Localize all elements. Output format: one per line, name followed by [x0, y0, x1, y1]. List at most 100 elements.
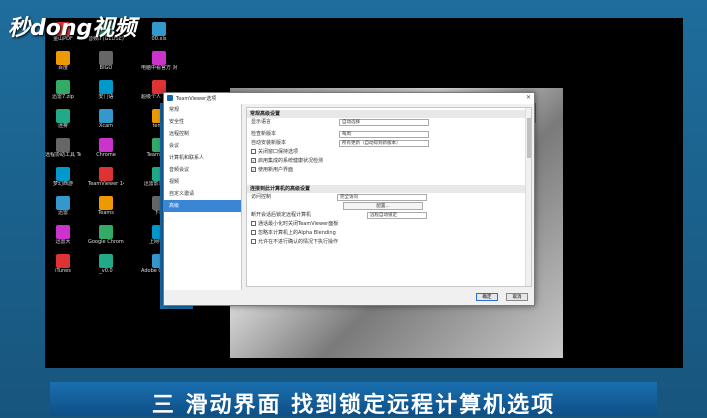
desktop-icon[interactable]: Chrome	[88, 138, 124, 158]
checkbox-alpha-label: 忽略本计算机上的Alpha Blending	[258, 230, 336, 236]
desktop-icon-label: 迅雷大	[55, 239, 71, 245]
desktop-icon[interactable]: 百度	[45, 51, 81, 71]
checkbox-minimize[interactable]	[251, 221, 256, 226]
checkbox-minimize-label: 通话最小化时关闭TeamViewer面板	[258, 221, 339, 227]
nav-item[interactable]: 常规	[164, 104, 241, 116]
content-scrollbar[interactable]	[525, 108, 531, 286]
display-lang-select[interactable]: 自动选择	[339, 119, 429, 126]
nav-item[interactable]: 安全性	[164, 116, 241, 128]
app-icon	[56, 51, 70, 65]
app-icon	[56, 109, 70, 123]
desktop-icon-label: 电脑中看官方 对话不足	[141, 65, 177, 71]
app-icon	[152, 22, 166, 36]
ok-button[interactable]: 确定	[475, 293, 498, 301]
install-update-label: 自动安装新版本	[251, 140, 287, 146]
scrollbar-thumb[interactable]	[527, 118, 531, 158]
desktop-icon[interactable]: 远程协助工具 TeamViewer	[45, 138, 81, 158]
section-connection: 连接到此计算机的高级设置	[247, 185, 531, 193]
app-icon	[99, 196, 113, 210]
checkbox-close[interactable]	[251, 149, 256, 154]
lock-select[interactable]: 远程自动锁定	[367, 212, 427, 219]
desktop-icon-label: BIGO	[99, 65, 113, 71]
app-icon	[56, 254, 70, 268]
nav-item[interactable]: 视频	[164, 176, 241, 188]
checkbox-close-label: 关闭窗口保持选项	[258, 149, 299, 155]
cancel-button[interactable]: 取消	[506, 293, 528, 301]
checkbox-health[interactable]: ✓	[251, 158, 256, 163]
install-update-select[interactable]: 所有更新（自动得到新版本）	[339, 140, 429, 147]
configure-button[interactable]: 配置...	[343, 202, 423, 210]
desktop-icon[interactable]: BIGO	[88, 51, 124, 71]
desktop-icon[interactable]: 迷雾	[45, 109, 81, 129]
checkbox-health-label: 启用集成的系统健康状况检测	[258, 158, 324, 164]
options-content: 常规高级设置 显示语言 自动选择 检查新版本 每周 自动安装新版本 所有更新（自动得到…	[246, 107, 532, 287]
desktop-icon-label: _v0.0	[99, 268, 113, 274]
desktop-icon-label: 迅雷7.zip	[52, 94, 74, 100]
desktop-icon[interactable]: 梦幻西游	[45, 167, 81, 187]
checkbox-noconfirm[interactable]	[251, 239, 256, 244]
desktop-icon[interactable]: iTunes	[45, 254, 81, 274]
check-update-select[interactable]: 每周	[339, 131, 429, 138]
desktop-icon-label: Teams	[98, 210, 114, 216]
desktop-icon[interactable]: TeamViewer 14	[88, 167, 124, 187]
desktop-icon[interactable]: 00.xls	[141, 22, 177, 42]
desktop-icon[interactable]: _v0.0	[88, 254, 124, 274]
desktop-icon[interactable]: Teams	[88, 196, 124, 216]
close-icon[interactable]: ✕	[526, 94, 531, 101]
options-nav: 常规 安全性 远程控制 会议 计算机和联系人 音频会议 视频 自定义邀请 高级	[164, 104, 242, 290]
app-icon	[152, 51, 166, 65]
dialog-footer: 确定 取消	[473, 283, 528, 302]
desktop-icon-label: 梦幻西游	[52, 181, 73, 187]
dialog-title: TeamViewer选项	[176, 96, 217, 102]
desktop-icon[interactable]: 迅雷	[45, 196, 81, 216]
desktop-icon-label: 百度	[57, 65, 68, 71]
app-icon	[99, 167, 113, 181]
app-icon	[56, 196, 70, 210]
nav-item[interactable]: 自定义邀请	[164, 188, 241, 200]
app-icon	[99, 225, 113, 239]
desktop-icon[interactable]: 迅雷7.zip	[45, 80, 81, 100]
caption-bar: 三 滑动界面 找到锁定远程计算机选项	[50, 382, 657, 418]
app-icon	[99, 138, 113, 152]
teamviewer-icon	[167, 95, 173, 101]
access-select[interactable]: 完全访问	[337, 194, 427, 201]
app-icon	[99, 51, 113, 65]
app-icon	[56, 80, 70, 94]
desktop-icon[interactable]: 电脑中看官方 对话不足	[141, 51, 177, 71]
desktop-icon-label: 安门语	[98, 94, 114, 100]
desktop-icon-label: Xcam	[98, 123, 114, 129]
app-icon	[99, 254, 113, 268]
app-icon	[99, 80, 113, 94]
access-label: 访问控制	[251, 194, 272, 200]
app-icon	[56, 225, 70, 239]
desktop-icon-label: 迅雷	[57, 210, 68, 216]
nav-item[interactable]: 计算机和联系人	[164, 152, 241, 164]
options-dialog: TeamViewer选项 ✕ 常规 安全性 远程控制 会议 计算机和联系人 音频会议 视频自…	[163, 92, 535, 306]
checkbox-noconfirm-label: 允许在不进行确认的情况下执行操作	[258, 239, 339, 245]
desktop-icon-label: 00.xls	[151, 36, 167, 42]
checkbox-newui[interactable]: ✓	[251, 167, 256, 172]
nav-item[interactable]: 音频会议	[164, 164, 241, 176]
desktop-icon-label: 远程协助工具 TeamViewer	[45, 152, 81, 158]
caption-text: 三 滑动界面 找到锁定远程计算机选项	[151, 393, 556, 418]
app-icon	[56, 138, 70, 152]
section-general: 常规高级设置	[247, 110, 531, 118]
nav-item[interactable]: 远程控制	[164, 128, 241, 140]
app-icon	[99, 109, 113, 123]
nav-item[interactable]: 会议	[164, 140, 241, 152]
checkbox-alpha[interactable]	[251, 230, 256, 235]
desktop-icon-label: Chrome	[96, 152, 116, 158]
nav-item[interactable]: 高级	[164, 200, 241, 212]
checkbox-newui-label: 使用新用户界面	[258, 167, 294, 173]
desktop-icon-label: Google Chrome	[88, 239, 124, 245]
dialog-titlebar: TeamViewer选项 ✕	[164, 93, 534, 104]
desktop-icon-label: TeamViewer 14	[88, 181, 124, 187]
desktop-icon[interactable]: 安门语	[88, 80, 124, 100]
desktop-icon[interactable]: 迅雷大	[45, 225, 81, 245]
display-lang-label: 显示语言	[251, 119, 272, 125]
desktop-icon[interactable]: Xcam	[88, 109, 124, 129]
desktop-icon-label: iTunes	[55, 268, 71, 274]
desktop-icon[interactable]: Google Chrome	[88, 225, 124, 245]
app-icon	[56, 167, 70, 181]
check-update-label: 检查新版本	[251, 131, 277, 137]
